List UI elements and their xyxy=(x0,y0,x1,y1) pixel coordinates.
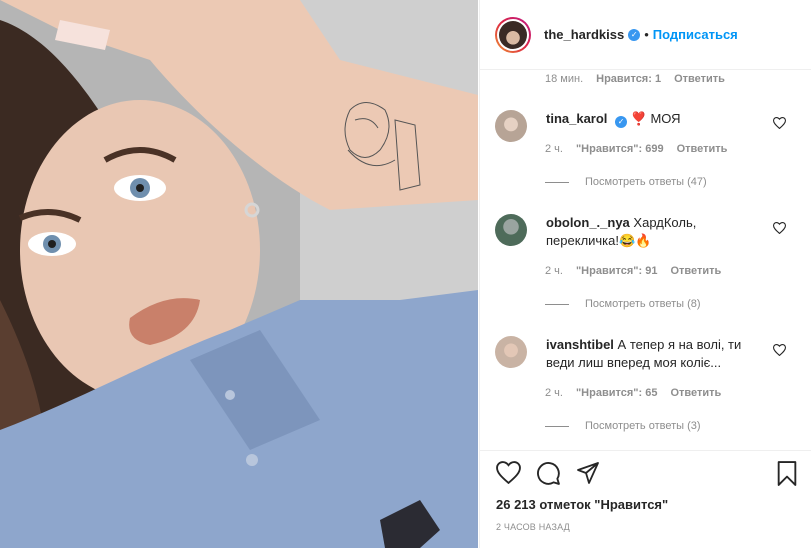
post-likes-count[interactable]: 26 213 отметок "Нравится" xyxy=(496,497,668,512)
reply-button[interactable]: Ответить xyxy=(677,143,728,155)
view-replies-button[interactable]: Посмотреть ответы (8) xyxy=(545,298,701,310)
comment-meta: 2 ч. "Нравится": 65 Ответить xyxy=(545,387,721,399)
post-photo[interactable] xyxy=(0,0,478,548)
view-replies-button[interactable]: Посмотреть ответы (47) xyxy=(545,176,707,188)
view-replies-label[interactable]: Посмотреть ответы (47) xyxy=(585,176,707,188)
comment-body: ❣️ МОЯ xyxy=(630,111,681,126)
comment-likes[interactable]: "Нравится": 91 xyxy=(576,265,657,277)
commenter-username[interactable]: tina_karol xyxy=(546,111,607,126)
commenter-avatar[interactable] xyxy=(495,214,527,246)
share-icon[interactable] xyxy=(576,461,600,485)
reply-button[interactable]: Ответить xyxy=(674,73,725,85)
comment-time[interactable]: 18 мин. xyxy=(545,73,583,85)
commenter-avatar[interactable] xyxy=(495,336,527,368)
heart-icon[interactable] xyxy=(496,461,521,484)
verified-badge-icon: ✓ xyxy=(615,116,628,128)
verified-badge-icon: ✓ xyxy=(628,28,641,41)
replies-divider xyxy=(545,181,569,183)
post-sidebar: the_hardkiss ✓ • Подписаться 18 мин. Нра… xyxy=(479,0,811,548)
reply-button[interactable]: Ответить xyxy=(670,265,721,277)
comment-text-block: obolon_._nya ХардКоль, перекличка!😂🔥 xyxy=(546,214,761,250)
like-comment-heart-icon[interactable] xyxy=(773,117,786,129)
reply-button[interactable]: Ответить xyxy=(670,387,721,399)
follow-button[interactable]: Подписаться xyxy=(653,27,738,42)
comment-meta: 18 мин. Нравится: 1 Ответить xyxy=(545,73,725,85)
comment-meta: 2 ч. "Нравится": 699 Ответить xyxy=(545,143,727,155)
view-replies-label[interactable]: Посмотреть ответы (3) xyxy=(585,420,701,432)
view-replies-button[interactable]: Посмотреть ответы (3) xyxy=(545,420,701,432)
post-header: the_hardkiss ✓ • Подписаться xyxy=(480,0,811,70)
commenter-username[interactable]: obolon_._nya xyxy=(546,215,630,230)
author-username[interactable]: the_hardkiss xyxy=(544,27,624,42)
comment-time[interactable]: 2 ч. xyxy=(545,143,563,155)
comment-time[interactable]: 2 ч. xyxy=(545,387,563,399)
comment-meta: 2 ч. "Нравится": 91 Ответить xyxy=(545,265,721,277)
replies-divider xyxy=(545,303,569,305)
comment-text-block: ivanshtibel А тепер я на волі, ти веди л… xyxy=(546,336,761,372)
view-replies-label[interactable]: Посмотреть ответы (8) xyxy=(585,298,701,310)
commenter-username[interactable]: ivanshtibel xyxy=(546,337,614,352)
post-actions: 26 213 отметок "Нравится" 2 ЧАСОВ НАЗАД xyxy=(480,450,811,548)
comment-icon[interactable] xyxy=(536,461,561,486)
comment-likes[interactable]: Нравится: 1 xyxy=(596,73,661,85)
like-comment-heart-icon[interactable] xyxy=(773,222,786,234)
author-avatar[interactable] xyxy=(495,16,531,53)
bookmark-icon[interactable] xyxy=(776,461,798,486)
like-comment-heart-icon[interactable] xyxy=(773,344,786,356)
post-timestamp[interactable]: 2 ЧАСОВ НАЗАД xyxy=(496,522,570,532)
comment-likes[interactable]: "Нравится": 65 xyxy=(576,387,657,399)
post-image xyxy=(0,0,478,548)
comment-text-block: tina_karol ✓ ❣️ МОЯ xyxy=(546,110,761,128)
separator-dot: • xyxy=(644,27,649,42)
commenter-avatar[interactable] xyxy=(495,110,527,142)
comment-likes[interactable]: "Нравится": 699 xyxy=(576,143,664,155)
replies-divider xyxy=(545,425,569,427)
comment-time[interactable]: 2 ч. xyxy=(545,265,563,277)
